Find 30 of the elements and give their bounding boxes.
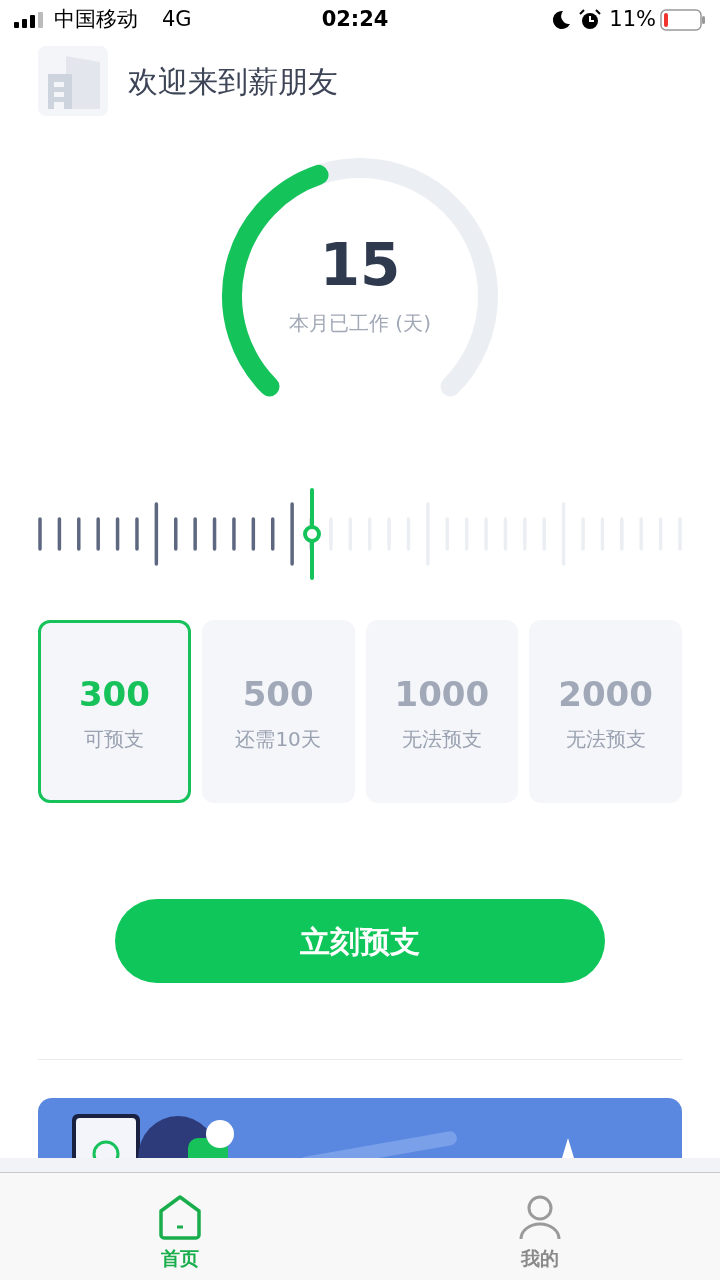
person-icon: [518, 1193, 562, 1240]
amount-value: 1000: [394, 673, 490, 716]
amount-value: 500: [242, 673, 314, 716]
clock-time: 02:24: [321, 6, 389, 34]
day-ruler-slider[interactable]: [38, 488, 684, 580]
battery-percent: 11%: [609, 6, 656, 34]
amount-option[interactable]: 2000 无法预支: [529, 620, 682, 803]
signal-icon: [14, 12, 46, 28]
slider-thumb[interactable]: [303, 488, 321, 580]
tab-bar-item[interactable]: 首页: [0, 1173, 360, 1280]
amount-note: 还需10天: [235, 726, 321, 753]
amount-note: 无法预支: [401, 726, 482, 753]
amount-option[interactable]: 300 可预支: [38, 620, 191, 803]
moon-icon: [551, 10, 572, 30]
amount-option[interactable]: 500 还需10天: [201, 620, 355, 803]
amount-note: 可预支: [84, 726, 145, 753]
amount-note: 无法预支: [565, 726, 646, 753]
carrier-name: 中国移动: [54, 6, 138, 34]
network-type: 4G: [162, 6, 192, 34]
advance-now-button[interactable]: 立刻预支: [115, 899, 605, 983]
amount-option[interactable]: 1000 无法预支: [365, 620, 519, 803]
tab-bar-item[interactable]: 我的: [360, 1173, 720, 1280]
battery-icon: [660, 9, 706, 31]
home-icon: [158, 1193, 202, 1240]
amount-value: 2000: [558, 673, 653, 716]
days-worked-value: 15: [318, 236, 402, 294]
welcome-title: 欢迎来到薪朋友: [128, 62, 338, 101]
amount-value: 300: [78, 673, 150, 716]
days-worked-caption: 本月已工作 (天): [288, 310, 432, 337]
alarm-clock-icon: [579, 9, 602, 31]
